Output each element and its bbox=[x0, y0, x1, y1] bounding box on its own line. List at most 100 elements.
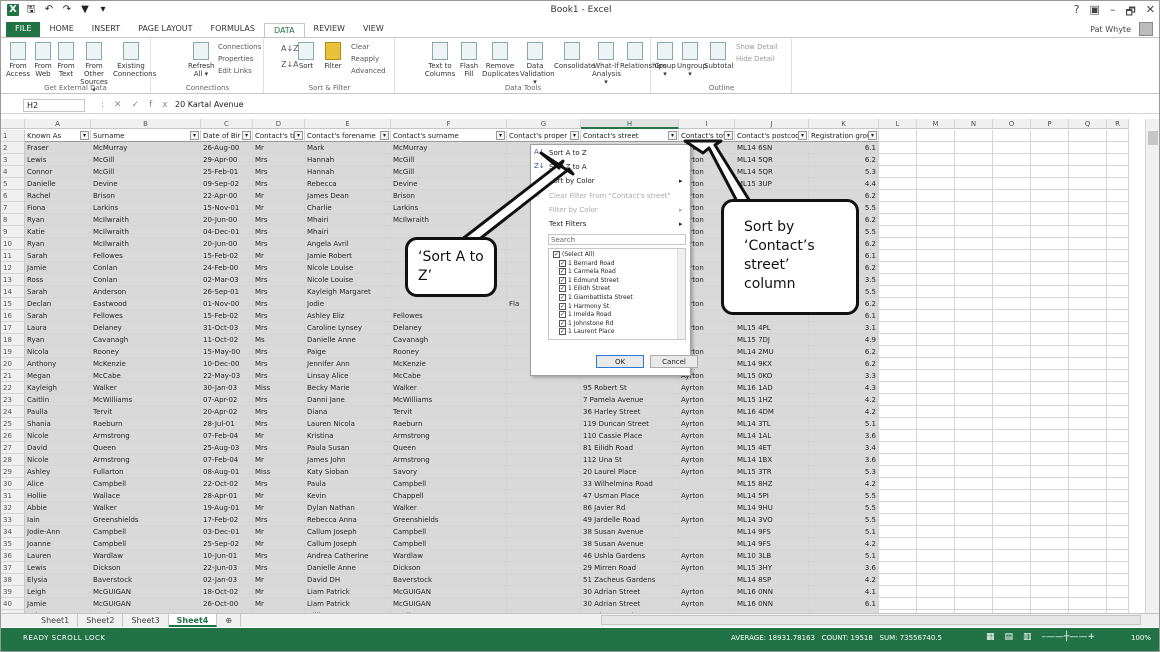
table-cell[interactable]: Ayrton bbox=[679, 490, 735, 502]
table-cell[interactable]: 3.3 bbox=[809, 370, 879, 382]
table-cell[interactable] bbox=[1031, 562, 1069, 574]
table-cell[interactable]: Campbell bbox=[91, 478, 201, 490]
name-box[interactable]: H2 bbox=[23, 99, 85, 112]
filter-dropdown-icon[interactable]: ▾ bbox=[80, 131, 89, 140]
table-cell[interactable] bbox=[917, 142, 955, 154]
table-cell[interactable] bbox=[879, 190, 917, 202]
table-cell[interactable] bbox=[1069, 586, 1107, 598]
table-cell[interactable]: Mr bbox=[253, 202, 305, 214]
table-cell[interactable]: Mr bbox=[253, 454, 305, 466]
table-cell[interactable] bbox=[1031, 310, 1069, 322]
table-cell[interactable] bbox=[917, 550, 955, 562]
table-cell[interactable] bbox=[993, 382, 1031, 394]
row-header[interactable]: 35 bbox=[1, 538, 25, 550]
table-cell[interactable]: Ms bbox=[253, 334, 305, 346]
table-cell[interactable]: Megan bbox=[25, 370, 91, 382]
table-cell[interactable]: 36 Harley Street bbox=[581, 406, 679, 418]
table-cell[interactable] bbox=[1107, 382, 1129, 394]
table-cell[interactable] bbox=[1107, 502, 1129, 514]
table-cell[interactable]: ML15 4ET bbox=[735, 442, 809, 454]
table-cell[interactable] bbox=[879, 142, 917, 154]
group-button[interactable]: Group ▾ bbox=[654, 42, 676, 78]
table-cell[interactable]: Diana bbox=[305, 406, 391, 418]
table-cell[interactable] bbox=[679, 574, 735, 586]
table-cell[interactable] bbox=[917, 274, 955, 286]
table-cell[interactable] bbox=[1031, 406, 1069, 418]
table-cell[interactable] bbox=[1107, 478, 1129, 490]
table-cell[interactable]: Mrs bbox=[253, 238, 305, 250]
table-cell[interactable] bbox=[507, 586, 581, 598]
table-cell[interactable]: Armstrong bbox=[91, 430, 201, 442]
table-cell[interactable]: 38 Susan Avenue bbox=[581, 526, 679, 538]
ok-button[interactable]: OK bbox=[596, 355, 644, 368]
checkbox-icon[interactable]: ✓ bbox=[559, 285, 566, 293]
table-cell[interactable]: ML15 1HZ bbox=[735, 394, 809, 406]
table-cell[interactable]: McCabe bbox=[391, 370, 507, 382]
table-cell[interactable]: Miss bbox=[253, 466, 305, 478]
table-cell[interactable] bbox=[1107, 250, 1129, 262]
table-cell[interactable]: ML14 3TL bbox=[735, 418, 809, 430]
table-cell[interactable] bbox=[1031, 526, 1069, 538]
table-cell[interactable]: Ayrton bbox=[679, 454, 735, 466]
table-cell[interactable] bbox=[1031, 190, 1069, 202]
table-cell[interactable] bbox=[1107, 358, 1129, 370]
text-to-columns-button[interactable]: Text to Columns bbox=[424, 42, 456, 78]
table-cell[interactable]: ML15 7DJ bbox=[735, 334, 809, 346]
table-cell[interactable]: 5.1 bbox=[809, 418, 879, 430]
table-cell[interactable] bbox=[955, 310, 993, 322]
table-cell[interactable] bbox=[1069, 178, 1107, 190]
table-cell[interactable] bbox=[1031, 418, 1069, 430]
table-cell[interactable] bbox=[879, 490, 917, 502]
table-cell[interactable]: 3.6 bbox=[809, 430, 879, 442]
table-cell[interactable]: Jennifer Ann bbox=[305, 358, 391, 370]
table-cell[interactable]: Mrs bbox=[253, 286, 305, 298]
table-cell[interactable] bbox=[1069, 370, 1107, 382]
table-cell[interactable]: Ryan bbox=[25, 238, 91, 250]
table-cell[interactable] bbox=[917, 406, 955, 418]
table-cell[interactable] bbox=[917, 574, 955, 586]
table-cell[interactable]: Caitlin bbox=[25, 394, 91, 406]
filter-search-input[interactable]: Search bbox=[548, 234, 686, 245]
table-cell[interactable]: Caroline Lynsey bbox=[305, 322, 391, 334]
table-cell[interactable] bbox=[1031, 490, 1069, 502]
row-header[interactable]: 12 bbox=[1, 262, 25, 274]
column-header-e[interactable]: E bbox=[305, 119, 391, 129]
table-cell[interactable] bbox=[1107, 178, 1129, 190]
table-cell[interactable] bbox=[993, 202, 1031, 214]
table-cell[interactable]: Armstrong bbox=[91, 454, 201, 466]
table-cell[interactable]: 5.1 bbox=[809, 526, 879, 538]
table-cell[interactable] bbox=[955, 394, 993, 406]
table-cell[interactable] bbox=[1069, 394, 1107, 406]
table-cell[interactable] bbox=[879, 238, 917, 250]
table-cell[interactable] bbox=[879, 226, 917, 238]
table-cell[interactable]: Mrs bbox=[253, 310, 305, 322]
table-cell[interactable] bbox=[917, 586, 955, 598]
table-cell[interactable] bbox=[1031, 178, 1069, 190]
table-cell[interactable] bbox=[993, 286, 1031, 298]
help-button[interactable]: ? bbox=[1074, 3, 1080, 22]
table-cell[interactable]: ML14 6SN bbox=[735, 142, 809, 154]
sheet-tab-4[interactable]: Sheet4 bbox=[168, 614, 218, 627]
table-cell[interactable]: 119 Duncan Street bbox=[581, 418, 679, 430]
table-cell[interactable]: Ashley Eliz bbox=[305, 310, 391, 322]
table-cell[interactable]: Wardlaw bbox=[391, 550, 507, 562]
table-cell[interactable] bbox=[1069, 562, 1107, 574]
table-cell[interactable] bbox=[993, 166, 1031, 178]
table-cell[interactable]: Mrs bbox=[253, 346, 305, 358]
table-cell[interactable]: Mr bbox=[253, 574, 305, 586]
table-cell[interactable]: ML14 9KX bbox=[735, 358, 809, 370]
filter-button[interactable]: Filter bbox=[321, 42, 345, 70]
table-cell[interactable] bbox=[993, 406, 1031, 418]
row-header[interactable]: 20 bbox=[1, 358, 25, 370]
header-cell[interactable]: Date of Bir ▾ bbox=[201, 130, 253, 142]
filter-dropdown-icon[interactable]: ▾ bbox=[570, 131, 579, 140]
table-cell[interactable]: 10-Jun-01 bbox=[201, 550, 253, 562]
table-cell[interactable] bbox=[507, 502, 581, 514]
table-cell[interactable] bbox=[917, 190, 955, 202]
table-cell[interactable]: Fellowes bbox=[391, 310, 507, 322]
filter-dropdown-icon[interactable]: ▾ bbox=[190, 131, 199, 140]
row-header[interactable]: 25 bbox=[1, 418, 25, 430]
checkbox-icon[interactable]: ✓ bbox=[559, 319, 566, 327]
table-cell[interactable] bbox=[917, 286, 955, 298]
table-cell[interactable]: Paige bbox=[305, 346, 391, 358]
